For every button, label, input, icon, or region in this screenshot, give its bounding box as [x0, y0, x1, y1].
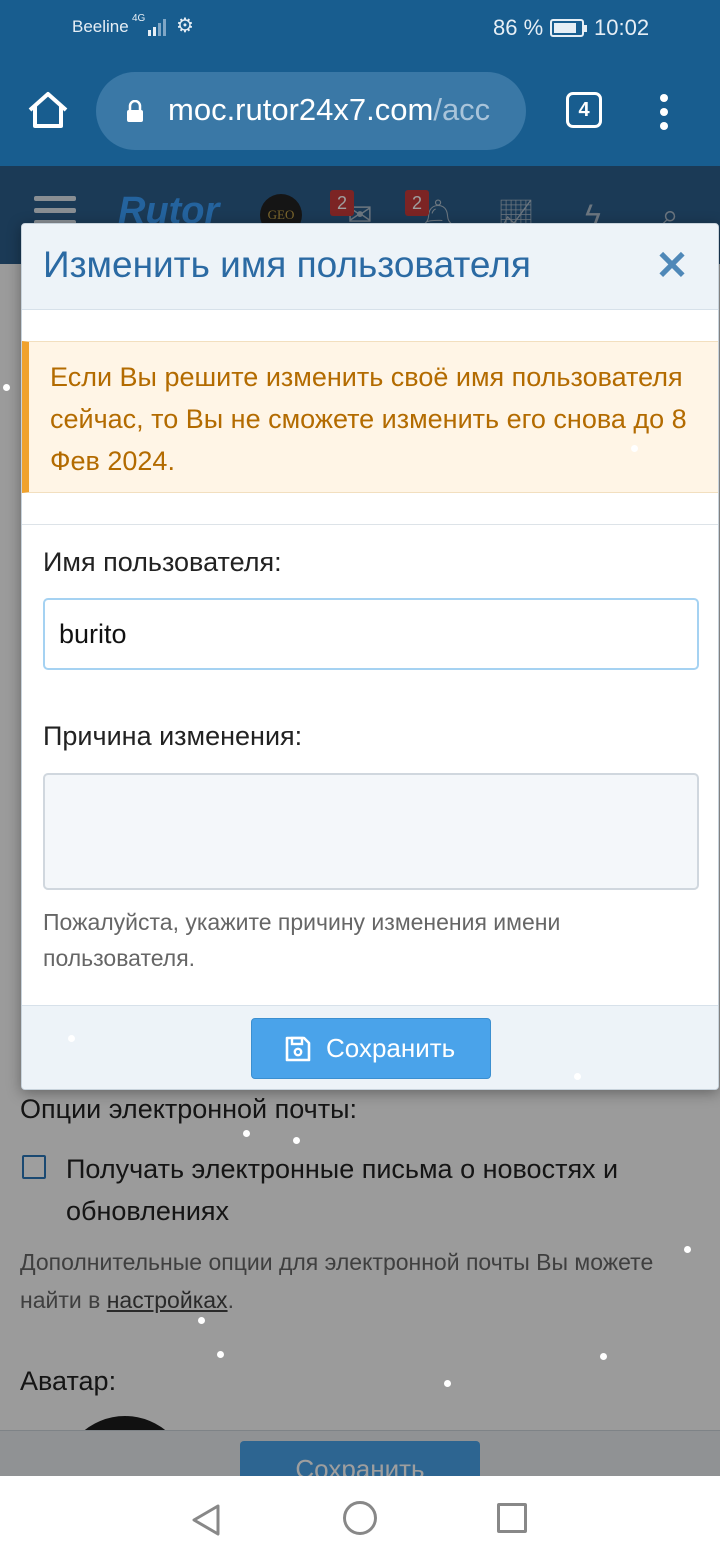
address-bar[interactable]: moc.rutor24x7.com/acc [96, 72, 526, 150]
browser-toolbar: moc.rutor24x7.com/acc 4 [0, 56, 720, 166]
dialog-title: Изменить имя пользователя [43, 244, 531, 285]
reason-textarea[interactable] [43, 773, 699, 890]
recent-apps-icon[interactable] [497, 1503, 527, 1533]
username-input[interactable] [43, 598, 699, 670]
warning-notice: Если Вы решите изменить своё имя пользов… [22, 341, 718, 493]
home-nav-icon[interactable] [343, 1501, 377, 1535]
more-vert-icon[interactable] [650, 92, 678, 132]
reason-label: Причина изменения: [43, 721, 303, 751]
save-button-label: Сохранить [326, 1033, 456, 1063]
save-button[interactable]: Сохранить [251, 1018, 491, 1079]
snow-dot [574, 1073, 581, 1080]
snow-dot [3, 384, 10, 391]
snow-dot [600, 1353, 607, 1360]
snow-dot [684, 1246, 691, 1253]
dialog-footer: Сохранить [22, 1005, 718, 1089]
url-path: /acc [433, 92, 491, 127]
change-username-dialog: Изменить имя пользователя ✕ Если Вы реши… [21, 223, 719, 1090]
snow-dot [293, 1137, 300, 1144]
network-type: 4G [132, 13, 146, 24]
signal-icon [148, 19, 166, 36]
system-navigation-bar [0, 1476, 720, 1560]
home-icon[interactable] [24, 86, 72, 134]
snow-dot [68, 1035, 75, 1042]
snow-dot [217, 1351, 224, 1358]
divider [22, 524, 718, 525]
battery-icon [550, 19, 587, 37]
battery-fill [554, 23, 576, 33]
url-text[interactable]: moc.rutor24x7.com/acc [168, 92, 513, 128]
lock-icon [127, 100, 143, 122]
status-bar: Beeline 4G ⚙ 86 % 10:02 [0, 0, 720, 56]
reason-help-text: Пожалуйста, укажите причину изменения им… [43, 909, 561, 971]
username-label: Имя пользователя: [43, 547, 282, 577]
tabs-button[interactable]: 4 [566, 92, 602, 128]
close-icon[interactable]: ✕ [652, 246, 692, 286]
battery-percent: 86 % [493, 15, 544, 40]
snow-dot [444, 1380, 451, 1387]
dialog-header: Изменить имя пользователя ✕ [22, 224, 718, 310]
carrier-name: Beeline [72, 17, 129, 36]
snow-dot [198, 1317, 205, 1324]
snow-dot [631, 445, 638, 452]
snow-dot [243, 1130, 250, 1137]
clock: 10:02 [594, 15, 650, 40]
warning-text: Если Вы решите изменить своё имя пользов… [50, 362, 687, 476]
back-icon[interactable] [186, 1500, 226, 1540]
url-domain: moc.rutor24x7.com [168, 92, 434, 127]
snow-dot [706, 540, 713, 547]
floppy-disk-icon [285, 1036, 311, 1062]
gear-icon: ⚙ [176, 15, 194, 37]
